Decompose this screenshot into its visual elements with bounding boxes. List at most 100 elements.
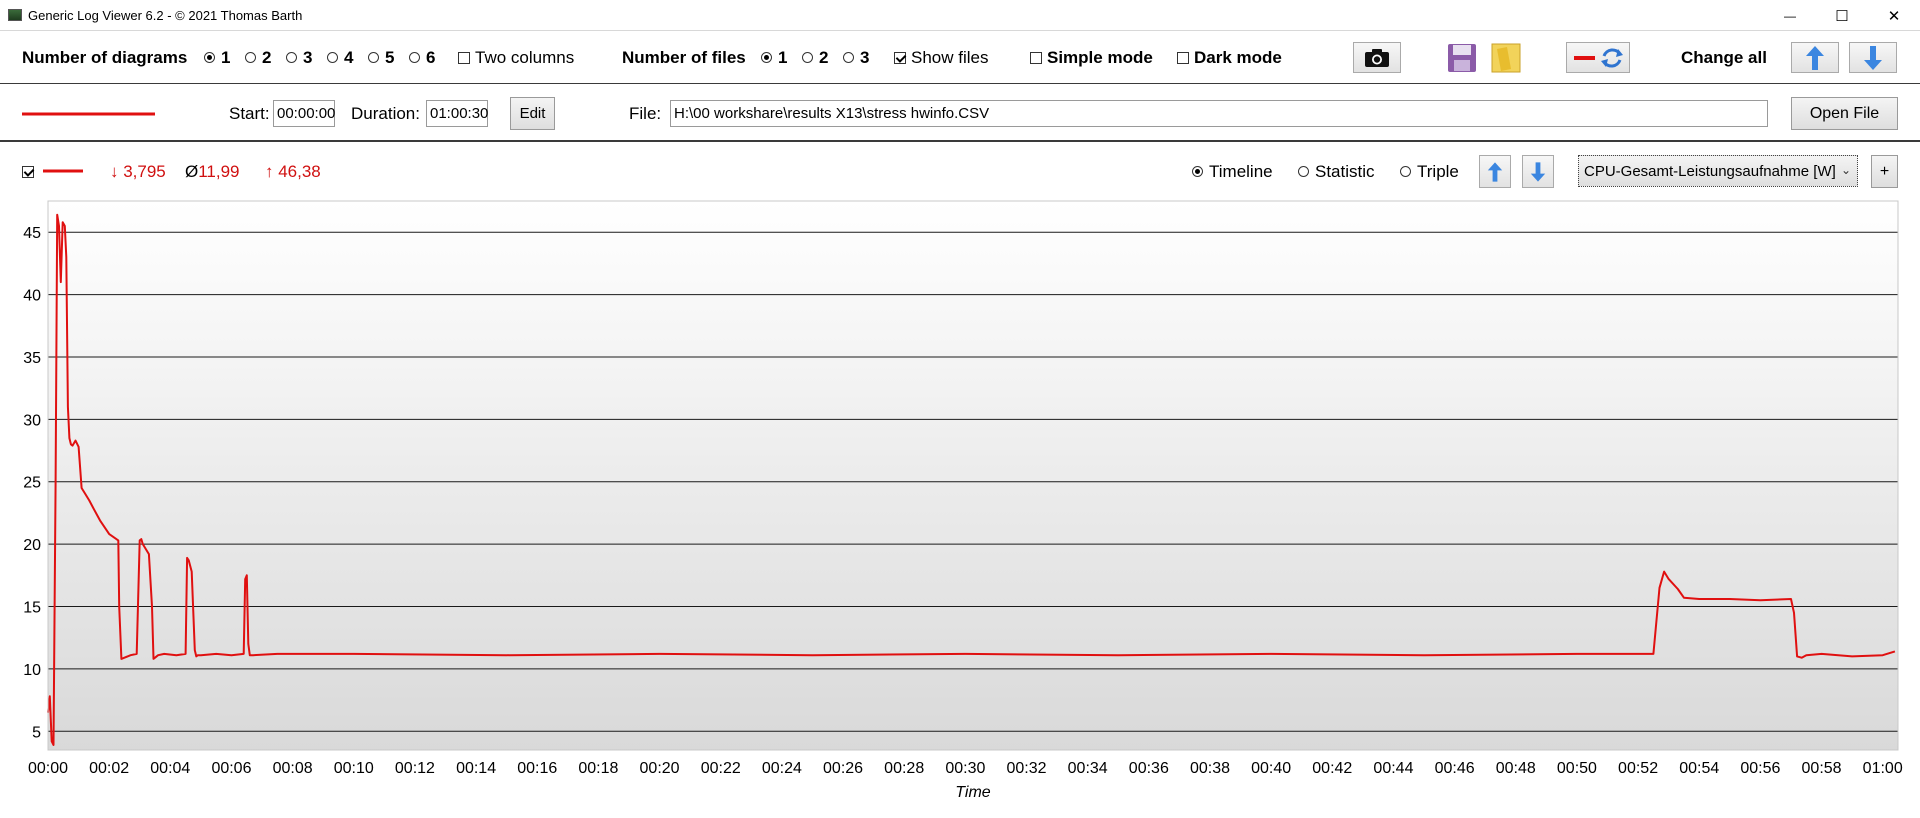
y-tick-label: 5 (32, 724, 41, 741)
move-up-all-button[interactable] (1791, 42, 1839, 73)
screenshot-button[interactable] (1353, 42, 1401, 73)
diagram-option-label: 1 (221, 47, 231, 67)
move-down-all-button[interactable] (1849, 42, 1897, 73)
y-tick-label: 25 (23, 475, 41, 492)
file-toolbar: Start: 00:00:00 Duration: 01:00:30 Edit … (0, 85, 1920, 142)
file-line-color-swatch[interactable] (22, 112, 155, 116)
number-of-diagrams-label: Number of diagrams (22, 47, 188, 67)
x-tick-label: 00:08 (273, 760, 313, 777)
dark-mode-label: Dark mode (1194, 47, 1282, 67)
arrow-down-icon (1864, 45, 1882, 70)
dark-mode-checkbox[interactable]: Dark mode (1177, 31, 1282, 84)
y-axis: 5 10 15 20 25 30 35 40 45 (23, 225, 41, 741)
min-value: ↓ 3,795 (110, 161, 166, 181)
number-of-files-label: Number of files (622, 47, 746, 67)
save-icon (1448, 43, 1476, 72)
max-value: ↑ 46,38 (265, 161, 321, 181)
radio-icon (245, 52, 256, 63)
radio-icon (1298, 166, 1309, 177)
diagram-option-label: 5 (385, 47, 395, 67)
maximize-button[interactable]: ☐ (1816, 0, 1868, 31)
edit-button[interactable]: Edit (510, 97, 555, 130)
simple-mode-label: Simple mode (1047, 47, 1153, 67)
diagram-option-1[interactable]: 1 (204, 31, 230, 84)
save-button[interactable] (1446, 42, 1478, 73)
view-mode-label: Triple (1417, 161, 1459, 181)
folder-icon (1491, 43, 1521, 72)
timeline-chart[interactable]: 51015202530354045 00:00 00:02 00:04 00:06 00… (0, 195, 1920, 818)
checkbox-checked-icon (22, 165, 34, 178)
diagram-option-label: 6 (426, 47, 436, 67)
close-button[interactable]: ✕ (1868, 0, 1920, 31)
x-tick-label: 00:14 (456, 760, 496, 777)
x-tick-label: 00:38 (1190, 760, 1230, 777)
sensor-select[interactable]: CPU-Gesamt-Leistungsaufnahme [W] ⌄ (1578, 155, 1858, 187)
title-bar: Generic Log Viewer 6.2 - © 2021 Thomas B… (0, 0, 1920, 31)
duration-label: Duration: (351, 103, 420, 123)
start-time-field[interactable]: 00:00:00 (273, 100, 335, 127)
view-mode-triple[interactable]: Triple (1400, 144, 1459, 199)
x-tick-label: 00:44 (1373, 760, 1413, 777)
radio-icon (761, 52, 772, 63)
y-tick-label: 35 (23, 350, 41, 367)
avg-value: Ø 11,99 (185, 144, 240, 199)
files-option-2[interactable]: 2 (802, 31, 828, 84)
open-file-button[interactable]: Open File (1791, 97, 1898, 130)
x-tick-label: 00:32 (1006, 760, 1046, 777)
change-all-label: Change all (1681, 47, 1767, 67)
x-tick-label: 00:54 (1679, 760, 1719, 777)
x-axis: 00:00 00:02 00:04 00:06 00:08 00:10 00:12 00:14… (28, 760, 1903, 777)
files-option-label: 1 (778, 47, 788, 67)
series-visible-checkbox[interactable] (22, 144, 39, 199)
x-tick-label: 01:00 (1863, 760, 1903, 777)
file-label: File: (629, 103, 662, 123)
x-tick-label: 00:04 (150, 760, 190, 777)
diagram-option-label: 4 (344, 47, 354, 67)
open-folder-button[interactable] (1490, 42, 1522, 73)
swap-color-button[interactable] (1566, 42, 1630, 73)
diagram-option-4[interactable]: 4 (327, 31, 353, 84)
y-tick-label: 20 (23, 537, 41, 554)
x-tick-label: 00:10 (334, 760, 374, 777)
view-mode-timeline[interactable]: Timeline (1192, 144, 1273, 199)
x-tick-label: 00:40 (1251, 760, 1291, 777)
two-columns-checkbox[interactable]: Two columns (458, 31, 574, 84)
diagram-option-5[interactable]: 5 (368, 31, 394, 84)
x-tick-label: 00:52 (1618, 760, 1658, 777)
x-tick-label: 00:26 (823, 760, 863, 777)
x-tick-label: 00:50 (1557, 760, 1597, 777)
diagram-option-label: 2 (262, 47, 272, 67)
files-option-1[interactable]: 1 (761, 31, 787, 84)
camera-icon (1365, 48, 1389, 67)
files-option-3[interactable]: 3 (843, 31, 869, 84)
move-down-button[interactable] (1522, 155, 1554, 188)
move-up-button[interactable] (1479, 155, 1511, 188)
x-tick-label: 00:18 (578, 760, 618, 777)
arrow-up-icon (1806, 45, 1824, 70)
duration-field[interactable]: 01:00:30 (426, 100, 488, 127)
two-columns-label: Two columns (475, 47, 575, 67)
main-toolbar: Number of diagrams 1 2 3 4 5 6 Two colum… (0, 31, 1920, 84)
x-tick-label: 00:30 (945, 760, 985, 777)
minimize-button[interactable]: — (1764, 0, 1816, 31)
x-tick-label: 00:22 (701, 760, 741, 777)
diagram-option-3[interactable]: 3 (286, 31, 312, 84)
x-tick-label: 00:28 (884, 760, 924, 777)
show-files-checkbox[interactable]: Show files (894, 31, 988, 84)
plot-area (48, 201, 1898, 750)
start-label: Start: (229, 103, 270, 123)
simple-mode-checkbox[interactable]: Simple mode (1030, 31, 1153, 84)
x-tick-label: 00:16 (517, 760, 557, 777)
x-tick-label: 00:24 (762, 760, 802, 777)
y-tick-label: 30 (23, 412, 41, 429)
x-tick-label: 00:06 (211, 760, 251, 777)
x-tick-label: 00:34 (1068, 760, 1108, 777)
diagram-option-6[interactable]: 6 (409, 31, 435, 84)
y-tick-label: 10 (23, 662, 41, 679)
file-path-field[interactable]: H:\00 workshare\results X13\stress hwinf… (670, 100, 1768, 127)
add-diagram-button[interactable]: + (1871, 155, 1898, 188)
view-mode-statistic[interactable]: Statistic (1298, 144, 1375, 199)
diagram-option-2[interactable]: 2 (245, 31, 271, 84)
series-color-swatch[interactable] (43, 169, 83, 173)
y-tick-label: 45 (23, 225, 41, 242)
